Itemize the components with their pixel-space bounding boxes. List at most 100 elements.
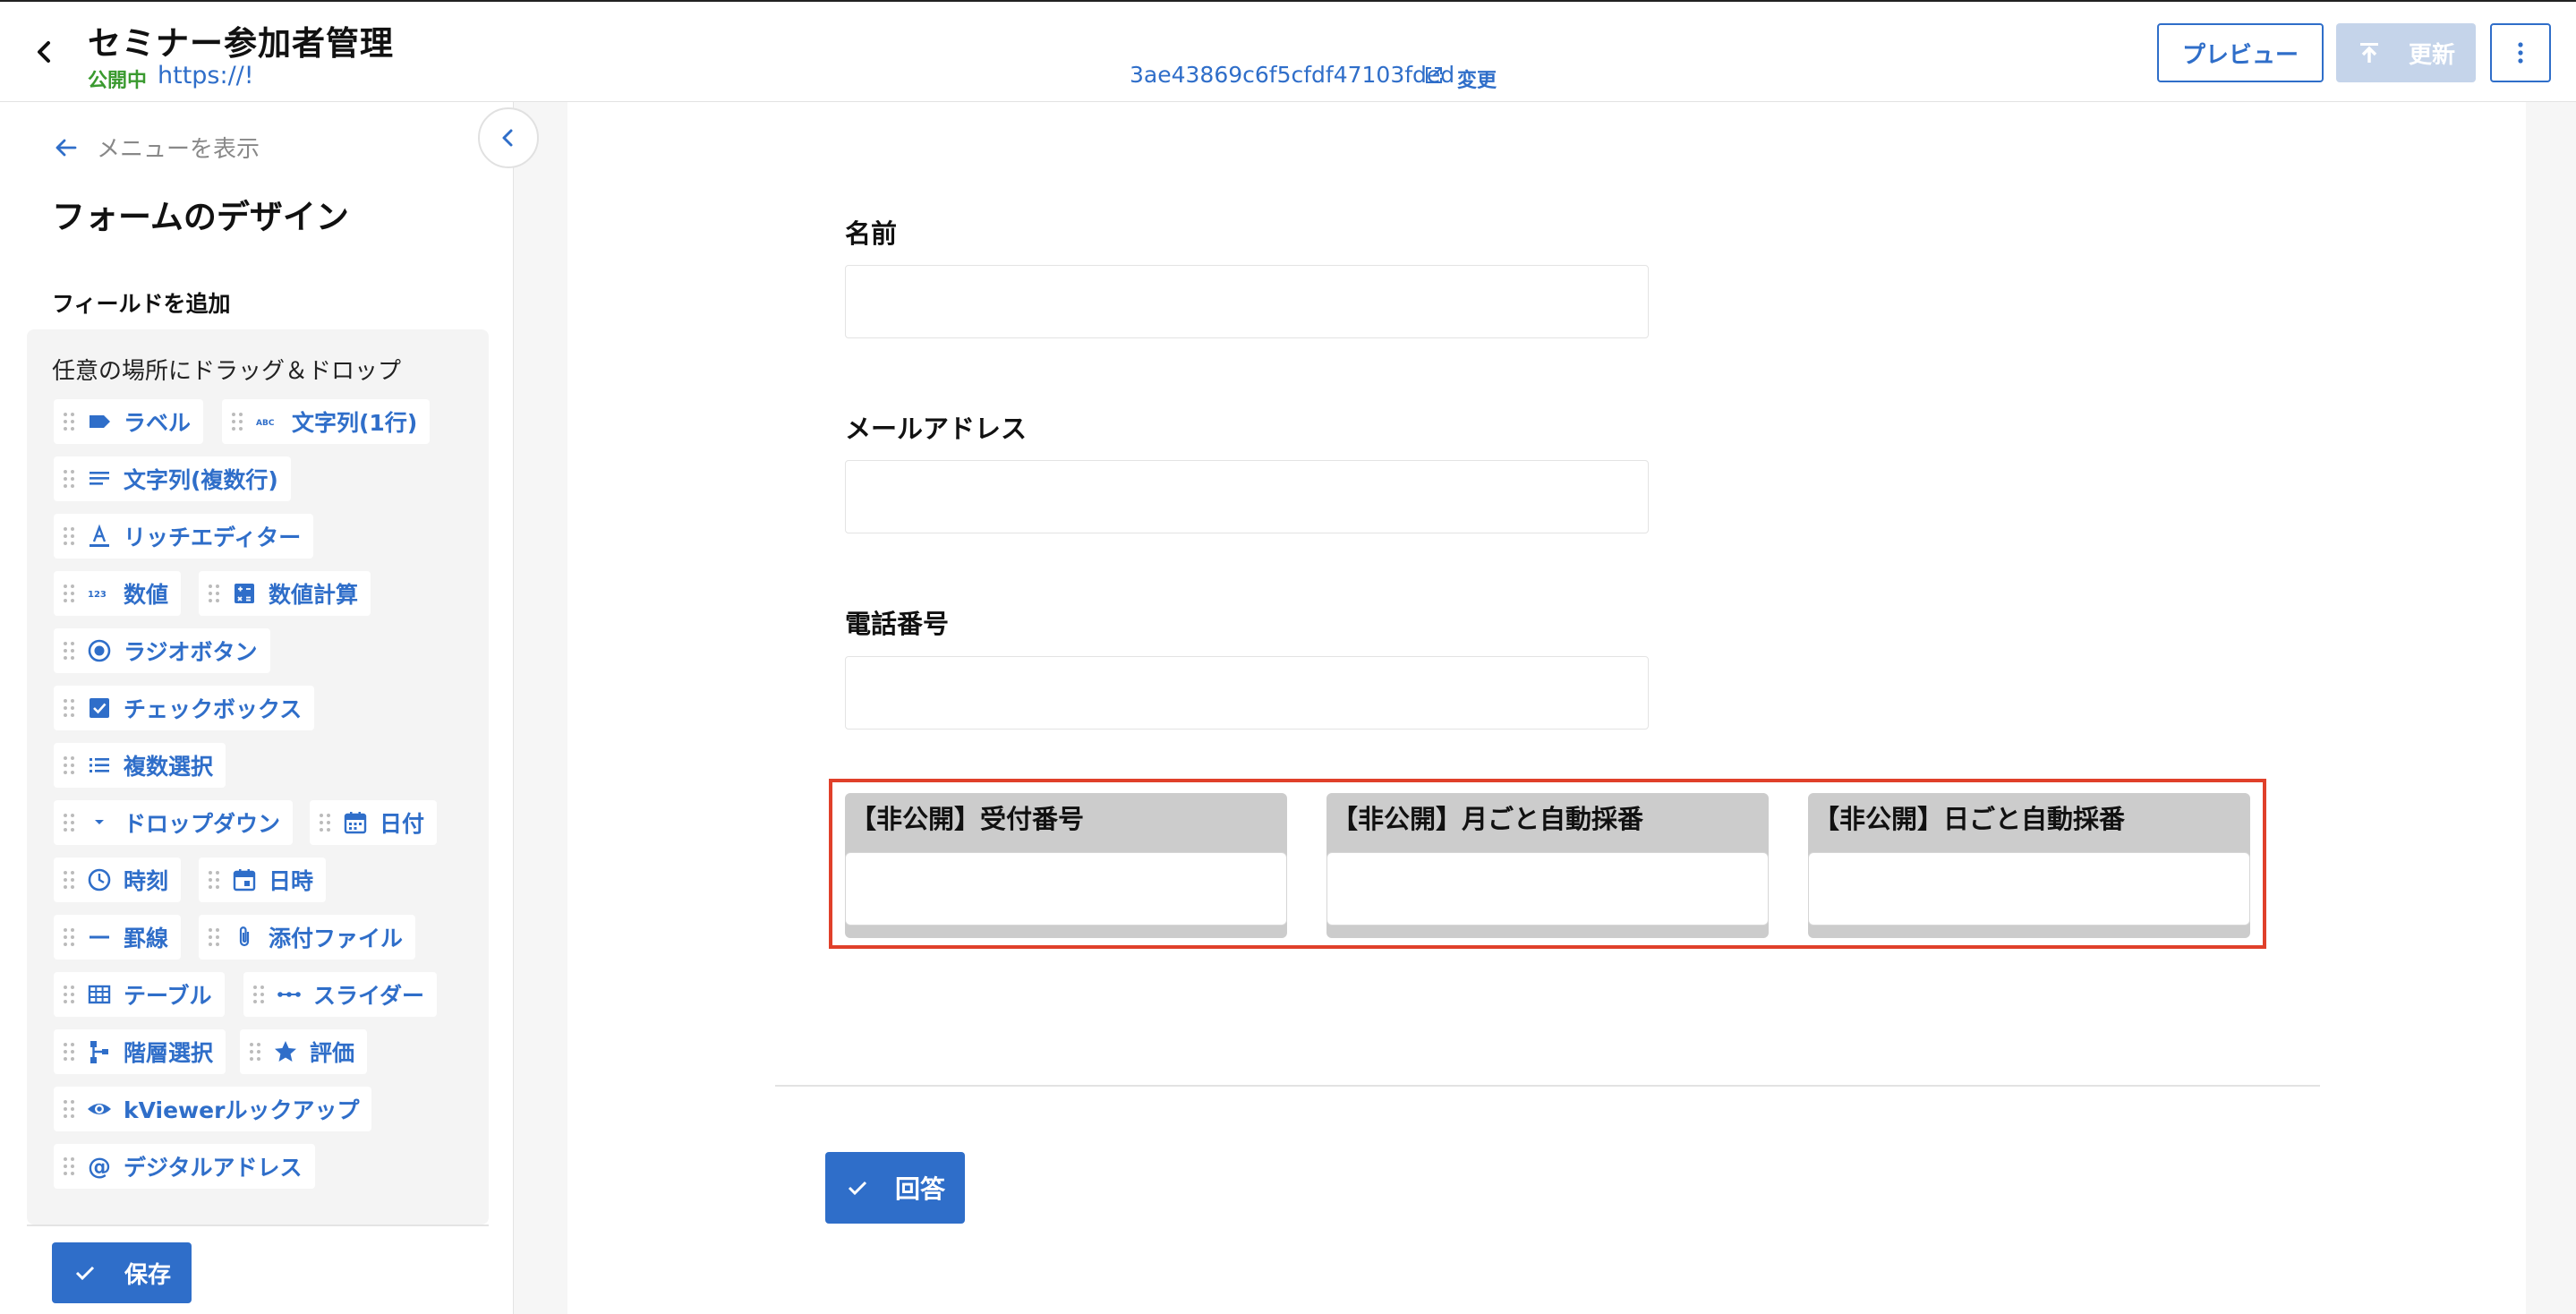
drag-handle-icon xyxy=(253,986,264,1003)
field-chip-multi-select[interactable]: 複数選択 xyxy=(54,743,226,788)
multiline-icon xyxy=(86,465,113,492)
hidden-field-label: 【非公開】日ごと自動採番 xyxy=(1813,804,2126,834)
calculator-icon xyxy=(231,580,258,607)
update-button-label: 更新 xyxy=(2408,41,2455,69)
phone-input[interactable] xyxy=(845,656,1649,730)
field-chip-rating[interactable]: 評価 xyxy=(240,1029,368,1074)
external-link-icon[interactable] xyxy=(1423,64,1445,86)
field-chip-text: 数値計算 xyxy=(269,582,359,608)
save-button[interactable]: 保存 xyxy=(52,1242,192,1303)
field-chip-kviewer-lookup[interactable]: kViewerルックアップ xyxy=(54,1087,372,1131)
daily-number-input[interactable] xyxy=(1808,852,2250,926)
preview-button[interactable]: プレビュー xyxy=(2157,23,2324,82)
form-divider xyxy=(775,1085,2320,1087)
dropdown-icon xyxy=(86,809,113,836)
field-chip-text: 文字列(1行) xyxy=(292,410,418,436)
radio-icon xyxy=(86,637,113,664)
text-format-icon xyxy=(86,523,113,550)
field-chip-rich-editor[interactable]: リッチエディター xyxy=(54,514,314,559)
hidden-field-label: 【非公開】受付番号 xyxy=(850,804,1085,834)
field-label-name: 名前 xyxy=(845,218,898,249)
hidden-field-receipt-number[interactable]: 【非公開】受付番号 xyxy=(845,793,1287,938)
svg-text:@: @ xyxy=(88,1154,111,1180)
field-chip-checkbox[interactable]: チェックボックス xyxy=(54,686,315,730)
drag-hint: 任意の場所にドラッグ＆ドロップ xyxy=(52,358,402,385)
field-chip-radio[interactable]: ラジオボタン xyxy=(54,628,270,673)
submit-button[interactable]: 回答 xyxy=(825,1152,965,1224)
field-chip-label[interactable]: ラベル xyxy=(54,399,204,444)
name-input[interactable] xyxy=(845,265,1649,338)
field-chip-text: リッチエディター xyxy=(124,525,302,550)
monthly-number-input[interactable] xyxy=(1326,852,1769,926)
field-chip-slider[interactable]: スライダー xyxy=(243,972,438,1017)
field-chip-digital-address[interactable]: @ デジタルアドレス xyxy=(54,1144,315,1189)
field-chip-dropdown[interactable]: ドロップダウン xyxy=(54,800,294,845)
drag-handle-icon xyxy=(209,928,219,946)
check-icon xyxy=(848,1181,867,1196)
hidden-field-monthly-number[interactable]: 【非公開】月ごと自動採番 xyxy=(1326,793,1769,938)
drag-handle-icon xyxy=(232,413,243,431)
field-chip-hierarchy[interactable]: 階層選択 xyxy=(54,1029,226,1074)
design-title: フォームのデザイン xyxy=(52,198,349,236)
field-chip-multi-line[interactable]: 文字列(複数行) xyxy=(54,456,291,501)
slider-icon xyxy=(276,981,303,1008)
drag-handle-icon xyxy=(64,527,74,545)
show-menu-link[interactable]: メニューを表示 xyxy=(52,131,260,164)
check-icon xyxy=(75,1266,95,1281)
list-icon xyxy=(86,752,113,779)
field-chip-text: デジタルアドレス xyxy=(124,1155,303,1181)
field-label-phone: 電話番号 xyxy=(845,609,950,639)
star-icon xyxy=(272,1038,299,1065)
field-chip-text: 日時 xyxy=(269,868,314,894)
attachment-icon xyxy=(231,924,258,951)
field-chip-text: 階層選択 xyxy=(124,1040,214,1066)
drag-handle-icon xyxy=(250,1043,260,1061)
abc-icon: ABC xyxy=(254,408,281,435)
field-chip-number[interactable]: 123 数値 xyxy=(54,571,182,616)
drag-handle-icon xyxy=(64,470,74,488)
save-button-label: 保存 xyxy=(124,1261,171,1289)
field-chip-calculation[interactable]: 数値計算 xyxy=(199,571,371,616)
label-icon xyxy=(86,408,113,435)
field-chip-text: ラジオボタン xyxy=(124,639,258,665)
drag-handle-icon xyxy=(64,642,74,660)
change-url-link[interactable]: 変更 xyxy=(1457,64,1497,93)
svg-text:123: 123 xyxy=(88,590,107,600)
field-chip-divider[interactable]: 罫線 xyxy=(54,915,182,960)
drag-handle-icon xyxy=(64,986,74,1003)
drag-handle-icon xyxy=(64,871,74,889)
back-arrow-icon[interactable] xyxy=(27,34,63,70)
field-chip-text: 評価 xyxy=(310,1040,355,1066)
publish-status-badge: 公開中 xyxy=(88,70,148,92)
email-input[interactable] xyxy=(845,460,1649,533)
field-chip-single-line[interactable]: ABC 文字列(1行) xyxy=(222,399,431,444)
field-chip-table[interactable]: テーブル xyxy=(54,972,225,1017)
public-url-link[interactable]: 3ae43869c6f5cfdf47103fded xyxy=(1130,62,1454,88)
number-icon: 123 xyxy=(86,580,113,607)
collapse-sidebar-button[interactable] xyxy=(478,107,539,168)
hidden-field-daily-number[interactable]: 【非公開】日ごと自動採番 xyxy=(1808,793,2250,938)
chevron-left-icon xyxy=(502,129,513,147)
drag-handle-icon xyxy=(64,1043,74,1061)
field-chip-text: スライダー xyxy=(313,983,425,1009)
more-vert-icon xyxy=(2518,42,2523,64)
more-options-button[interactable] xyxy=(2490,23,2551,82)
field-chip-datetime[interactable]: 日時 xyxy=(199,858,327,902)
receipt-number-input[interactable] xyxy=(845,852,1287,926)
field-chip-time[interactable]: 時刻 xyxy=(54,858,182,902)
field-chip-attachment[interactable]: 添付ファイル xyxy=(199,915,416,960)
eye-icon xyxy=(86,1096,113,1122)
public-url-start[interactable]: https://! xyxy=(158,62,254,90)
field-chip-text: 日付 xyxy=(380,811,425,837)
update-button[interactable]: 更新 xyxy=(2336,23,2476,82)
drag-handle-icon xyxy=(64,814,74,832)
table-icon xyxy=(86,981,113,1008)
add-field-heading: フィールドを追加 xyxy=(52,291,231,317)
svg-text:ABC: ABC xyxy=(256,419,275,428)
drag-handle-icon xyxy=(64,756,74,774)
upload-icon xyxy=(2359,43,2378,63)
field-chip-date[interactable]: 日付 xyxy=(310,800,438,845)
sidebar-divider xyxy=(27,1224,489,1226)
show-menu-label: メニューを表示 xyxy=(97,136,260,163)
submit-button-label: 回答 xyxy=(894,1174,945,1204)
